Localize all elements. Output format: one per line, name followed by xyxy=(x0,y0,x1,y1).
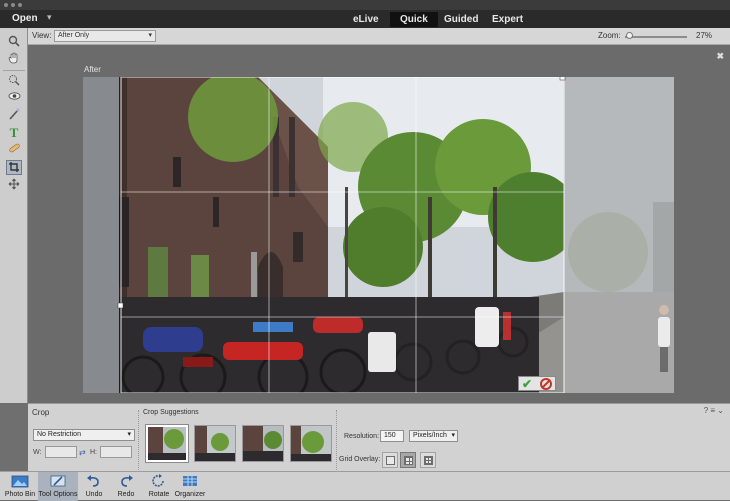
width-field[interactable] xyxy=(45,446,77,458)
organizer-label: Organizer xyxy=(174,491,206,498)
height-label: H: xyxy=(90,449,97,456)
crop-suggestion-thumb-4[interactable] xyxy=(290,425,332,462)
toolbar-divider xyxy=(3,70,25,71)
photo-bin-label: Photo Bin xyxy=(4,491,36,498)
tab-guided[interactable]: Guided xyxy=(434,12,488,27)
no-grid-icon xyxy=(386,456,395,465)
height-field[interactable] xyxy=(100,446,132,458)
after-label: After xyxy=(84,65,101,74)
grid-overlay-none-option[interactable] xyxy=(382,452,398,468)
view-options-bar: View: After Only ▾ Zoom: 27% xyxy=(28,28,730,45)
chevron-down-icon: ▾ xyxy=(127,431,131,438)
photo-bin-button[interactable]: Photo Bin xyxy=(2,472,38,501)
cancel-crop-icon[interactable] xyxy=(540,378,552,390)
width-label: W: xyxy=(33,449,42,456)
window-minimize-dot[interactable] xyxy=(11,3,15,7)
organizer-button[interactable]: Organizer xyxy=(174,472,206,501)
crop-panel-title: Crop xyxy=(32,408,50,417)
zoom-label: Zoom: xyxy=(598,31,621,40)
undo-icon xyxy=(87,475,99,487)
organizer-icon xyxy=(183,476,197,486)
chevron-down-icon: ▾ xyxy=(451,432,455,439)
zoom-tool-magnifier-icon[interactable] xyxy=(6,35,22,50)
redo-label: Redo xyxy=(117,491,135,498)
grid-icon xyxy=(424,456,433,465)
street-photo-image xyxy=(83,77,674,393)
tool-options-label: Tool Options xyxy=(38,491,78,498)
redo-button[interactable]: Redo xyxy=(112,472,140,501)
window-zoom-dot[interactable] xyxy=(18,3,22,7)
tab-expert[interactable]: Expert xyxy=(482,12,533,27)
tool-options-icon xyxy=(50,475,66,487)
rule-of-thirds-icon xyxy=(404,456,413,465)
quick-selection-tool-icon[interactable] xyxy=(6,74,22,89)
grid-overlay-grid-option[interactable] xyxy=(420,452,436,468)
zoom-slider-track[interactable] xyxy=(625,36,687,38)
crop-commit-bar: ✔ xyxy=(518,376,556,391)
chevron-down-icon: ▾ xyxy=(148,32,152,39)
view-select-value: After Only xyxy=(58,32,90,39)
help-icon[interactable]: ? ≡ ⌄ xyxy=(704,406,724,415)
zoom-slider-handle[interactable] xyxy=(626,32,633,39)
type-tool-type-icon[interactable]: T xyxy=(6,125,22,140)
resolution-unit-select[interactable]: Pixels/Inch ▾ xyxy=(409,430,458,442)
crop-suggestion-thumb-2[interactable] xyxy=(194,425,236,462)
whiten-teeth-tool-brush-icon[interactable] xyxy=(6,108,22,123)
redo-icon xyxy=(121,475,133,487)
tools-panel: T xyxy=(0,28,28,403)
undo-button[interactable]: Undo xyxy=(80,472,108,501)
crop-suggestion-thumb-3[interactable] xyxy=(242,425,284,462)
grid-overlay-label: Grid Overlay: xyxy=(339,456,381,463)
resolution-unit-value: Pixels/Inch xyxy=(413,432,447,439)
close-icon[interactable]: ✖ xyxy=(716,51,724,62)
zoom-value: 27% xyxy=(696,31,713,40)
mode-bar: Open ▾ eLive Quick Guided Expert xyxy=(0,10,730,28)
panel-divider xyxy=(336,410,337,470)
bottom-task-bar: Photo Bin Tool Options Undo Redo Rotate … xyxy=(0,471,730,501)
grid-overlay-thirds-option[interactable] xyxy=(400,452,416,468)
window-close-dot[interactable] xyxy=(4,3,8,7)
red-eye-tool-eye-icon[interactable] xyxy=(6,91,22,106)
move-tool-move-icon[interactable] xyxy=(6,178,22,193)
crop-tool-crop-icon[interactable] xyxy=(6,160,22,175)
panel-divider xyxy=(138,410,139,470)
crop-suggestion-thumb-1[interactable] xyxy=(146,425,188,462)
crop-options-panel: Crop ? ≡ ⌄ No Restriction ▾ W: ⇄ H: Crop… xyxy=(28,403,730,471)
spot-healing-tool-bandage-icon[interactable] xyxy=(6,142,22,157)
rotate-label: Rotate xyxy=(148,491,170,498)
crop-restriction-value: No Restriction xyxy=(37,431,81,438)
tab-elive[interactable]: eLive xyxy=(343,12,389,27)
rotate-button[interactable]: Rotate xyxy=(144,472,174,501)
open-dropdown-arrow-icon[interactable]: ▾ xyxy=(47,12,52,23)
view-label: View: xyxy=(32,31,52,40)
resolution-label: Resolution: xyxy=(344,433,380,440)
tool-options-button[interactable]: Tool Options xyxy=(38,472,78,501)
hand-tool-hand-icon[interactable] xyxy=(6,52,22,67)
view-select[interactable]: After Only ▾ xyxy=(54,30,156,42)
undo-label: Undo xyxy=(85,491,103,498)
commit-checkmark-icon[interactable]: ✔ xyxy=(522,377,532,391)
window-title-bar xyxy=(0,0,730,10)
crop-suggestions-title: Crop Suggestions xyxy=(143,409,199,416)
resolution-input[interactable]: 150 xyxy=(380,430,404,442)
canvas-area: After ✖ ✔ xyxy=(28,45,730,403)
swap-dimensions-icon[interactable]: ⇄ xyxy=(79,448,86,457)
photo-bin-icon xyxy=(11,475,29,488)
photo-canvas[interactable] xyxy=(83,77,674,393)
crop-restriction-select[interactable]: No Restriction ▾ xyxy=(33,429,135,441)
open-button[interactable]: Open xyxy=(12,13,38,24)
rotate-icon xyxy=(152,474,164,487)
tab-quick[interactable]: Quick xyxy=(390,12,438,27)
